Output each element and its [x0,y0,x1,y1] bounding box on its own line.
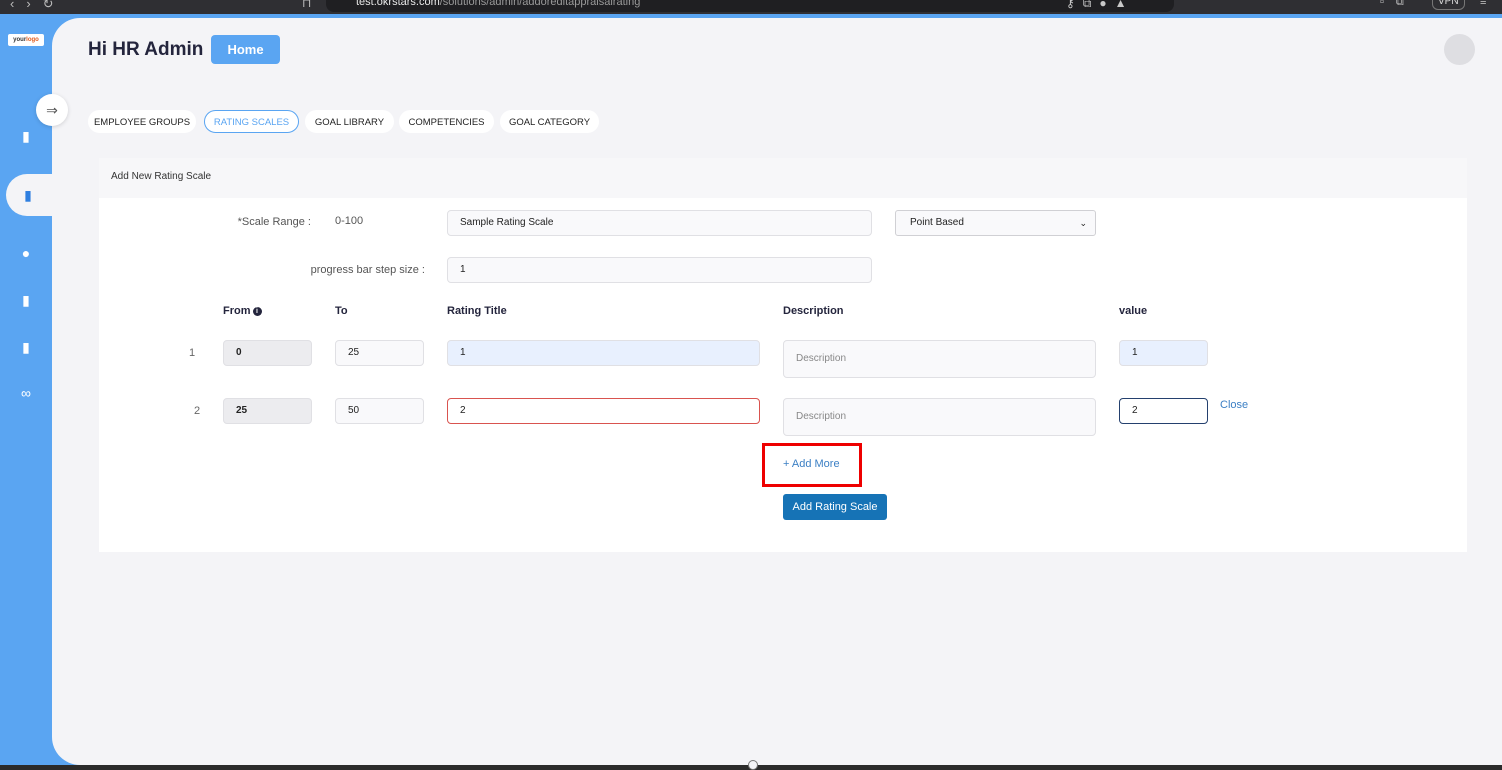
tab-employee-groups[interactable]: EMPLOYEE GROUPS [88,110,196,133]
book-icon: ▮ [24,187,32,203]
close-row-link[interactable]: Close [1220,399,1248,411]
page-greeting: Hi HR Admin [88,39,204,60]
add-rating-scale-button[interactable]: Add Rating Scale [783,494,887,520]
rating-scale-form: Add New Rating Scale *Scale Range : 0-10… [99,158,1467,552]
row-to-input[interactable]: 50 [335,398,424,424]
tab-goal-library[interactable]: GOAL LIBRARY [305,110,394,133]
browser-nav-icons[interactable]: ‹›↻ [10,0,66,12]
row-to-input[interactable]: 25 [335,340,424,366]
report-chart-icon[interactable]: ▮ [15,336,37,358]
row-value-input[interactable]: 1 [1119,340,1208,366]
add-more-link[interactable]: + Add More [783,458,840,470]
scale-type-selected: Point Based [910,217,964,228]
vpn-button[interactable]: VPN [1432,0,1465,10]
tab-goal-category[interactable]: GOAL CATEGORY [500,110,599,133]
tab-rating-scales[interactable]: RATING SCALES [204,110,299,133]
scale-type-select[interactable]: Point Based ⌄ [895,210,1096,236]
form-title: Add New Rating Scale [99,158,1467,198]
row-description-input[interactable]: Description [783,398,1096,436]
home-button[interactable]: Home [211,35,280,64]
address-bar[interactable]: test.okrstars.com/solutions/admin/addore… [326,0,1174,12]
sidebar: yourlogo ▮ ▮ ● ▮ ▮ ∞ [0,14,64,765]
main-content: Hi HR Admin Home EMPLOYEE GROUPS RATING … [52,18,1502,770]
sidebar-toggle-icon[interactable]: ⇒ [36,94,68,126]
company-logo: yourlogo [8,34,44,46]
row-from-input: 25 [223,398,312,424]
row-value-input[interactable]: 2 [1119,398,1208,424]
browser-toolbar: ‹›↻ ⊓ test.okrstars.com/solutions/admin/… [0,0,1502,14]
column-from: From i [223,305,262,317]
scale-range-value: 0-100 [335,215,364,227]
scale-name-input[interactable]: Sample Rating Scale [447,210,872,236]
row-number: 2 [194,405,201,417]
column-to: To [335,305,348,317]
step-size-input[interactable]: 1 [447,257,872,283]
column-value: value [1119,305,1148,317]
users-icon[interactable]: ● [15,242,37,264]
extension-icons[interactable]: ⚷⧉●▲ [1066,0,1134,11]
app-shell: yourlogo ▮ ▮ ● ▮ ▮ ∞ ⇒ Hi HR Admin Home … [0,14,1502,770]
row-title-input[interactable]: 2 [447,398,760,424]
row-description-input[interactable]: Description [783,340,1096,378]
row-from-input: 0 [223,340,312,366]
column-rating-title: Rating Title [447,305,507,317]
chevron-down-icon: ⌄ [1079,218,1087,228]
row-title-input[interactable]: 1 [447,340,760,366]
row-number: 1 [189,347,196,359]
resize-handle[interactable] [748,760,758,770]
dashboard-chart-icon[interactable]: ▮ [15,125,37,147]
tab-competencies[interactable]: COMPETENCIES [399,110,494,133]
scale-range-label: *Scale Range : [237,216,311,228]
info-icon[interactable]: i [252,307,262,316]
handshake-icon[interactable]: ∞ [15,382,37,404]
step-size-label: progress bar step size : [310,264,425,276]
avatar[interactable] [1444,34,1475,65]
document-icon[interactable]: ▮ [15,289,37,311]
window-controls[interactable]: ▫⧉ [1380,0,1416,9]
menu-icon[interactable]: ≡ [1480,0,1486,8]
bookmark-icon[interactable]: ⊓ [302,0,311,10]
column-description: Description [783,305,844,317]
